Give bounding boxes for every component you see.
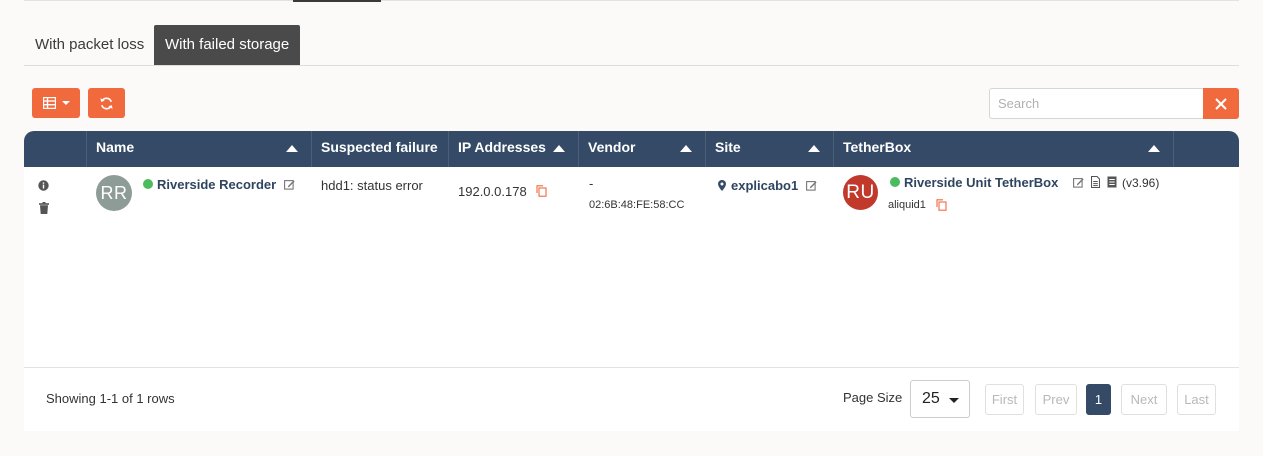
tab-packet-loss[interactable]: With packet loss bbox=[24, 25, 155, 65]
header-ip-addresses[interactable]: IP Addresses bbox=[449, 131, 579, 167]
sort-asc-icon[interactable] bbox=[1148, 145, 1160, 152]
tab-failed-storage[interactable]: With failed storage bbox=[154, 25, 301, 65]
table-icon bbox=[42, 97, 56, 109]
edit-icon[interactable] bbox=[806, 180, 817, 191]
suspected-failure: hdd1: status error bbox=[321, 178, 423, 193]
rows-summary: Showing 1-1 of 1 rows bbox=[46, 391, 175, 406]
avatar: RR bbox=[96, 175, 132, 211]
trash-icon[interactable] bbox=[39, 202, 49, 214]
header-suspected-failure[interactable]: Suspected failure bbox=[312, 131, 449, 167]
edit-icon[interactable] bbox=[284, 179, 295, 190]
page-size-value: 25 bbox=[922, 390, 940, 407]
chevron-down-icon bbox=[949, 398, 959, 403]
header-site[interactable]: Site bbox=[706, 131, 834, 167]
header-vendor[interactable]: Vendor bbox=[579, 131, 706, 167]
pagination-prev[interactable]: Prev bbox=[1035, 384, 1077, 415]
parent-tab-indicator bbox=[293, 0, 381, 2]
table-header: Name Suspected failure IP Addresses Vend… bbox=[24, 131, 1239, 167]
status-online-dot bbox=[890, 177, 900, 187]
chevron-down-icon bbox=[61, 101, 70, 105]
clear-search-button[interactable] bbox=[1203, 88, 1239, 119]
tab-bar: With packet loss With failed storage bbox=[24, 25, 1239, 66]
refresh-button[interactable] bbox=[88, 88, 125, 118]
header-name[interactable]: Name bbox=[87, 131, 312, 167]
copy-icon[interactable] bbox=[536, 185, 547, 197]
header-tetherbox[interactable]: TetherBox bbox=[834, 131, 1174, 167]
pagination-current-page[interactable]: 1 bbox=[1086, 384, 1111, 415]
document-icon[interactable] bbox=[1091, 176, 1100, 188]
pagination-first[interactable]: First bbox=[985, 384, 1024, 415]
status-online-dot bbox=[143, 179, 153, 189]
logs-icon[interactable] bbox=[1107, 176, 1117, 188]
close-icon bbox=[1215, 97, 1227, 110]
columns-toggle-button[interactable] bbox=[32, 88, 80, 118]
refresh-icon bbox=[100, 96, 113, 110]
top-divider bbox=[24, 0, 1239, 1]
tetherbox-user: aliquid1 bbox=[888, 199, 926, 211]
device-name-link[interactable]: Riverside Recorder bbox=[157, 177, 276, 192]
tetherbox-name-link[interactable]: Riverside Unit TetherBox bbox=[904, 175, 1058, 190]
vendor: - bbox=[589, 176, 594, 191]
ip-address: 192.0.0.178 bbox=[458, 184, 527, 199]
pagination-next[interactable]: Next bbox=[1121, 384, 1167, 415]
tetherbox-version: (v3.96) bbox=[1122, 176, 1160, 190]
map-pin-icon bbox=[718, 180, 726, 191]
table-row: RR Riverside Recorder hdd1: status error… bbox=[24, 167, 1239, 231]
page-size-select[interactable]: 25 bbox=[910, 380, 970, 418]
copy-icon[interactable] bbox=[936, 199, 947, 211]
pagination-last[interactable]: Last bbox=[1177, 384, 1216, 415]
mac-address: 02:6B:48:FE:58:CC bbox=[589, 199, 685, 211]
sort-asc-icon[interactable] bbox=[286, 145, 298, 152]
header-actions bbox=[24, 131, 87, 167]
site-link[interactable]: explicabo1 bbox=[731, 178, 798, 193]
footer-divider bbox=[24, 367, 1239, 368]
page-size-label: Page Size bbox=[843, 390, 903, 405]
sort-asc-icon[interactable] bbox=[680, 145, 692, 152]
info-icon[interactable] bbox=[38, 180, 49, 191]
sort-asc-icon[interactable] bbox=[553, 145, 565, 152]
sort-asc-icon[interactable] bbox=[808, 145, 820, 152]
edit-icon[interactable] bbox=[1073, 177, 1084, 188]
search-input[interactable] bbox=[989, 88, 1203, 119]
tetherbox-avatar: RU bbox=[843, 175, 878, 210]
